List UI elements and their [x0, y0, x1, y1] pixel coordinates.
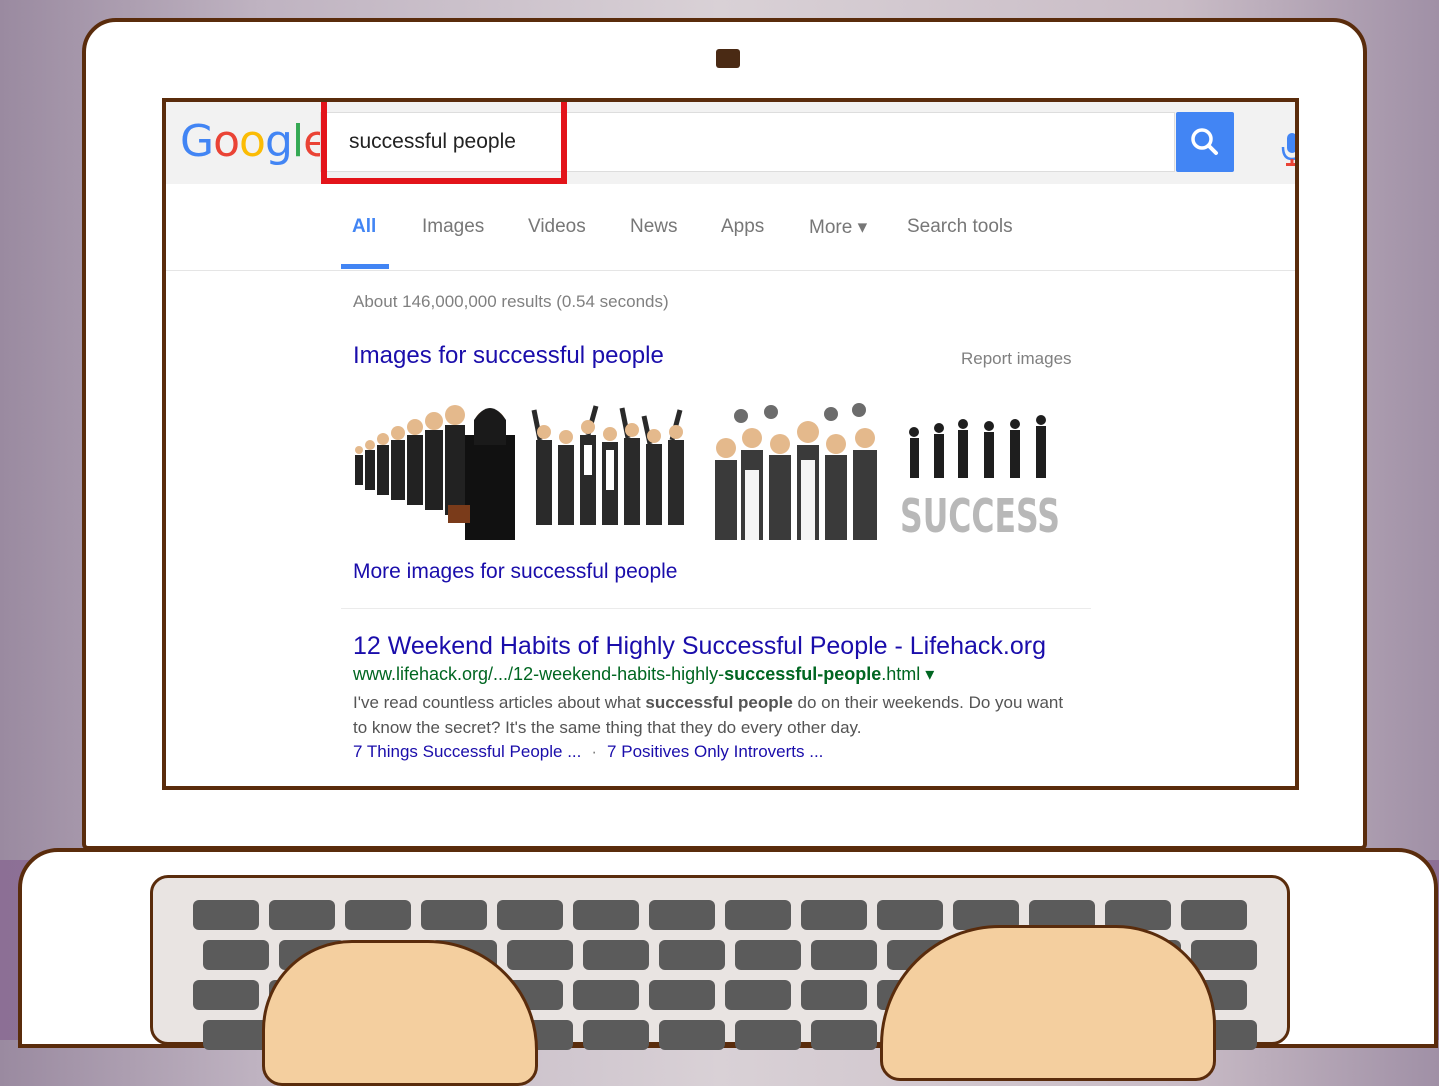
webcam [716, 49, 740, 68]
image-thumbnails: SUCCESS [353, 400, 1063, 540]
images-block-title[interactable]: Images for successful people [353, 342, 664, 370]
keyboard-key [497, 900, 563, 930]
logo-letter-o1: o [213, 116, 240, 167]
keyboard-key [193, 900, 259, 930]
right-hand [880, 925, 1216, 1081]
logo-letter-g2: g [264, 116, 293, 167]
keyboard-key [735, 1020, 801, 1050]
keyboard-key [801, 980, 867, 1010]
keyboard-key [725, 900, 791, 930]
logo-letter-o2: o [239, 116, 266, 167]
keyboard-key [345, 900, 411, 930]
tab-apps[interactable]: Apps [721, 216, 764, 238]
image-thumbnail[interactable]: SUCCESS [896, 400, 1063, 540]
tab-news[interactable]: News [630, 216, 678, 238]
success-word: SUCCESS [900, 489, 1060, 540]
url-suffix: .html ▾ [881, 664, 935, 684]
result-stats: About 146,000,000 results (0.54 seconds) [353, 292, 669, 311]
query-highlight-box [321, 102, 567, 184]
result-snippet: I've read countless articles about what … [353, 690, 1073, 740]
sitelink-1[interactable]: 7 Things Successful People ... [353, 742, 581, 761]
keyboard-key [725, 980, 791, 1010]
success-figures-image: SUCCESS [900, 415, 1060, 540]
keyboard-key [269, 900, 335, 930]
keyboard-key [659, 1020, 725, 1050]
tab-videos[interactable]: Videos [528, 216, 586, 238]
logo-letter-l: l [291, 116, 304, 167]
tab-images[interactable]: Images [422, 216, 484, 238]
search-tabs: All Images Videos News Apps More ▾ Searc… [166, 184, 1295, 271]
result-url[interactable]: www.lifehack.org/.../12-weekend-habits-h… [353, 664, 934, 685]
keyboard-key [1191, 940, 1257, 970]
search-icon [1191, 128, 1218, 155]
result-sitelinks: 7 Things Successful People ... · 7 Positiv… [353, 742, 823, 762]
keyboard-key [811, 1020, 877, 1050]
keyboard-key [203, 940, 269, 970]
url-keyword: successful-people [724, 664, 882, 684]
sitelink-2[interactable]: 7 Positives Only Introverts ... [607, 742, 823, 761]
result-title-link[interactable]: 12 Weekend Habits of Highly Successful P… [353, 632, 1046, 661]
keyboard-key [1181, 900, 1247, 930]
keyboard-key [507, 940, 573, 970]
snippet-keyword: successful people [645, 693, 793, 712]
keyboard-key [193, 980, 259, 1010]
keyboard-key [573, 900, 639, 930]
cheering-group-image [531, 405, 684, 525]
snippet-start: I've read countless articles about what [353, 693, 646, 712]
tab-more[interactable]: More ▾ [809, 216, 867, 239]
smiling-team-image [715, 403, 877, 540]
image-thumbnail[interactable] [353, 400, 523, 540]
google-logo[interactable]: Google [180, 116, 330, 167]
keyboard-key [583, 1020, 649, 1050]
keyboard-key [735, 940, 801, 970]
search-button[interactable] [1176, 112, 1234, 172]
more-images-link[interactable]: More images for successful people [353, 560, 678, 584]
active-tab-indicator [341, 264, 389, 269]
keyboard-key [877, 900, 943, 930]
tab-all[interactable]: All [352, 216, 376, 238]
crowd-line-image [355, 405, 515, 540]
keyboard-key [649, 900, 715, 930]
keyboard-key [801, 900, 867, 930]
keyboard-key [659, 940, 725, 970]
keyboard-key [649, 980, 715, 1010]
image-thumbnail[interactable] [530, 400, 696, 540]
keyboard-key [421, 900, 487, 930]
tab-search-tools[interactable]: Search tools [907, 216, 1013, 238]
laptop-screen: Google successful people All Images Vide… [162, 98, 1299, 790]
sitelink-separator: · [591, 742, 598, 761]
keyboard-key [573, 980, 639, 1010]
url-prefix: www.lifehack.org/.../12-weekend-habits-h… [353, 664, 725, 684]
image-thumbnail[interactable] [711, 400, 881, 540]
microphone-icon[interactable] [1279, 131, 1299, 167]
section-divider [341, 608, 1091, 609]
keyboard-key [203, 1020, 269, 1050]
keyboard-key [583, 940, 649, 970]
logo-letter-g: G [180, 116, 214, 167]
keyboard-key [811, 940, 877, 970]
report-images-link[interactable]: Report images [961, 349, 1072, 369]
